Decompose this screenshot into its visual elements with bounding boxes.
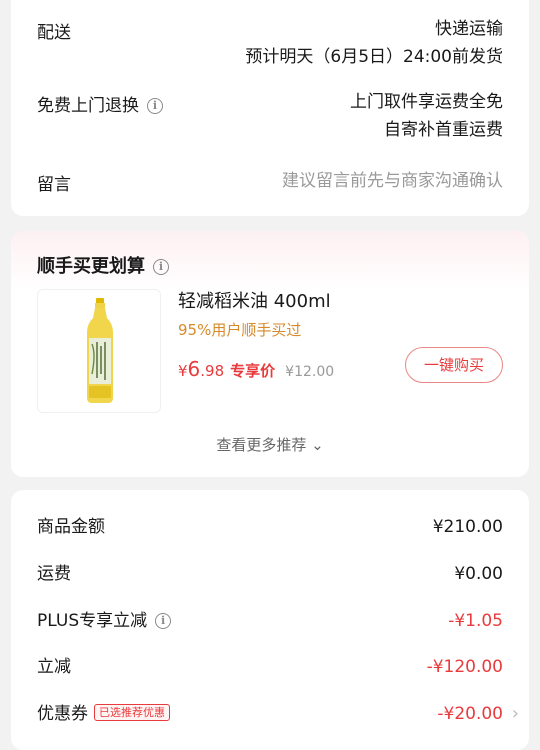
return-row[interactable]: 免费上门退换 i 上门取件享运费全免 自寄补首重运费: [37, 91, 503, 151]
goods-amount-label: 商品金额: [37, 517, 105, 537]
delivery-eta: 预计明天（6月5日）24:00前发货: [245, 47, 503, 67]
delivery-label: 配送: [37, 23, 71, 43]
one-click-buy-button[interactable]: 一键购买: [405, 347, 503, 383]
plus-discount-label-text: PLUS专享立减: [37, 611, 148, 631]
price-row-plus: PLUS专享立减 i -¥1.05: [37, 606, 503, 636]
coupon-label-text: 优惠券: [37, 704, 88, 724]
price-summary-card: 商品金额 ¥210.00 运费 ¥0.00 PLUS专享立减 i -¥1.05 立…: [11, 490, 529, 750]
instant-discount-value: -¥120.00: [426, 657, 503, 677]
more-recommendations-link[interactable]: 查看更多推荐 ⌄: [11, 434, 529, 455]
return-label: 免费上门退换 i: [37, 91, 163, 116]
product-image[interactable]: [37, 289, 161, 413]
price-integer: 6: [187, 357, 201, 381]
coupon-badge: 已选推荐优惠: [94, 704, 170, 721]
product-price: ¥6.98 专享价 ¥12.00: [178, 357, 334, 381]
plus-discount-value: -¥1.05: [448, 611, 503, 631]
price-row-shipping: 运费 ¥0.00: [37, 559, 503, 589]
recommend-card: 顺手买更划算 i 轻减稻米油 400ml 95%用户顺手买过 ¥6.98 专享价 ¥1…: [11, 231, 529, 477]
return-label-text: 免费上门退换: [37, 96, 139, 116]
info-icon[interactable]: i: [155, 613, 172, 629]
price-decimal: .98: [200, 362, 225, 380]
message-row[interactable]: 留言 建议留言前先与商家沟通确认: [37, 170, 503, 200]
product-name[interactable]: 轻减稻米油 400ml: [178, 287, 331, 313]
chevron-right-icon[interactable]: ›: [512, 699, 519, 729]
message-label: 留言: [37, 175, 71, 195]
original-price: ¥12.00: [285, 364, 335, 380]
oil-bottle-image: [87, 298, 113, 403]
price-currency: ¥: [178, 362, 188, 380]
info-icon[interactable]: i: [153, 259, 169, 275]
product-subtitle: 95%用户顺手买过: [178, 321, 302, 339]
return-line2: 自寄补首重运费: [384, 120, 503, 140]
price-row-instant: 立减 -¥120.00: [37, 652, 503, 682]
price-tag: 专享价: [230, 362, 276, 380]
coupon-label: 优惠券 已选推荐优惠: [37, 699, 170, 729]
shipping-value: ¥0.00: [454, 564, 503, 584]
return-line1: 上门取件享运费全免: [350, 92, 503, 112]
recommend-title: 顺手买更划算 i: [37, 252, 169, 278]
delivery-row[interactable]: 配送 快递运输 预计明天（6月5日）24:00前发货: [37, 18, 503, 78]
instant-discount-label: 立减: [37, 657, 71, 677]
delivery-card: 配送 快递运输 预计明天（6月5日）24:00前发货 免费上门退换 i 上门取件享…: [11, 0, 529, 216]
message-input[interactable]: 建议留言前先与商家沟通确认: [282, 166, 503, 196]
info-icon[interactable]: i: [147, 98, 163, 114]
coupon-value: -¥20.00: [437, 704, 503, 724]
goods-amount-value: ¥210.00: [432, 517, 503, 537]
price-row-coupon[interactable]: 优惠券 已选推荐优惠 -¥20.00 ›: [37, 699, 519, 729]
delivery-method: 快递运输: [435, 19, 503, 39]
plus-discount-label: PLUS专享立减 i: [37, 606, 172, 636]
recommend-title-text: 顺手买更划算: [37, 256, 145, 277]
price-row-goods: 商品金额 ¥210.00: [37, 512, 503, 542]
shipping-label: 运费: [37, 564, 71, 584]
